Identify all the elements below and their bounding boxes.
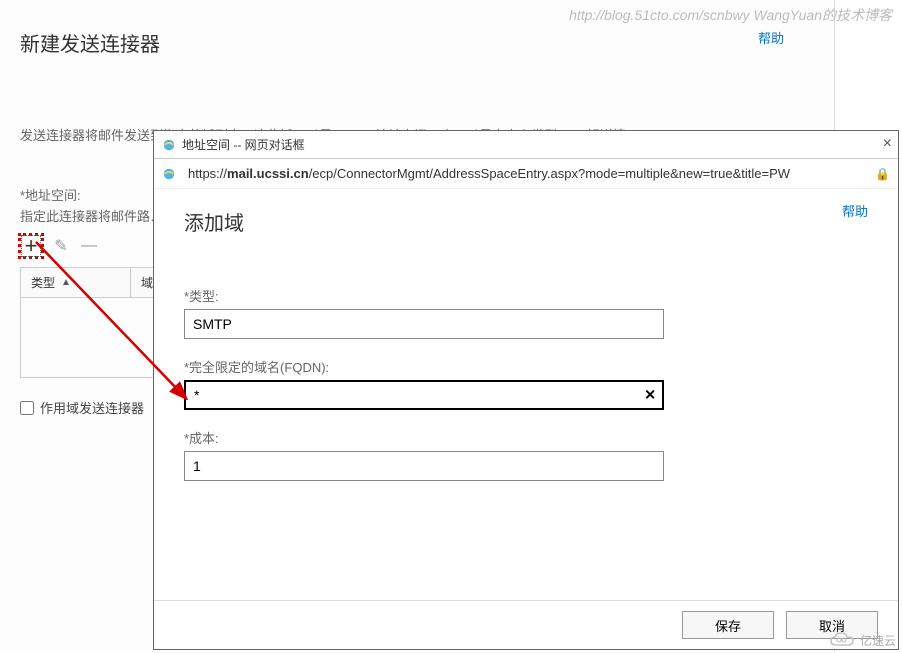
watermark-text: http://blog.51cto.com/scnbwy WangYuan的技术… — [569, 5, 892, 25]
column-type[interactable]: 类型 ▲ — [21, 268, 131, 297]
pencil-icon: ✎ — [54, 236, 67, 256]
dialog-footer: 保存 取消 — [154, 600, 898, 649]
dialog-titlebar: 地址空间 -- 网页对话框 × — [154, 131, 898, 159]
page-title: 新建发送连接器 — [20, 28, 814, 57]
yisu-logo: 亿速云 — [828, 631, 896, 649]
ie-icon-small — [162, 167, 176, 181]
type-input[interactable] — [184, 309, 664, 339]
save-button[interactable]: 保存 — [682, 611, 774, 639]
remove-button[interactable]: — — [78, 235, 100, 257]
clear-input-button[interactable]: ✕ — [644, 387, 656, 404]
address-space-dialog: 地址空间 -- 网页对话框 × https://mail.ucssi.cn/ec… — [153, 130, 899, 650]
plus-icon: + — [25, 235, 38, 257]
ie-icon — [162, 138, 176, 152]
cost-input[interactable] — [184, 451, 664, 481]
fqdn-input[interactable] — [184, 380, 664, 410]
help-link-dialog[interactable]: 帮助 — [842, 201, 868, 220]
type-label: *类型: — [184, 286, 868, 305]
scoped-connector-checkbox[interactable] — [20, 401, 34, 415]
dialog-url-bar: https://mail.ucssi.cn/ecp/ConnectorMgmt/… — [154, 159, 898, 189]
cloud-icon — [828, 631, 856, 649]
fqdn-input-wrapper: ✕ — [184, 380, 664, 410]
cost-label: *成本: — [184, 428, 868, 447]
clear-x-icon: ✕ — [644, 387, 656, 403]
dialog-body: 帮助 添加域 *类型: *完全限定的域名(FQDN): ✕ *成本: — [154, 189, 898, 600]
edit-button[interactable]: ✎ — [50, 235, 72, 257]
scoped-connector-label: 作用域发送连接器 — [40, 398, 144, 417]
add-button[interactable]: + — [18, 233, 44, 259]
dialog-close-button[interactable]: × — [883, 135, 892, 153]
close-icon: × — [883, 135, 892, 152]
lock-icon: 🔒 — [875, 167, 890, 181]
dialog-url: https://mail.ucssi.cn/ecp/ConnectorMgmt/… — [188, 166, 869, 181]
minus-icon: — — [81, 237, 97, 255]
sort-arrow-icon: ▲ — [61, 277, 71, 288]
help-link-bg[interactable]: 帮助 — [758, 28, 784, 47]
fqdn-label: *完全限定的域名(FQDN): — [184, 357, 868, 376]
dialog-title: 添加域 — [184, 207, 868, 236]
dialog-window-title: 地址空间 -- 网页对话框 — [182, 136, 305, 153]
